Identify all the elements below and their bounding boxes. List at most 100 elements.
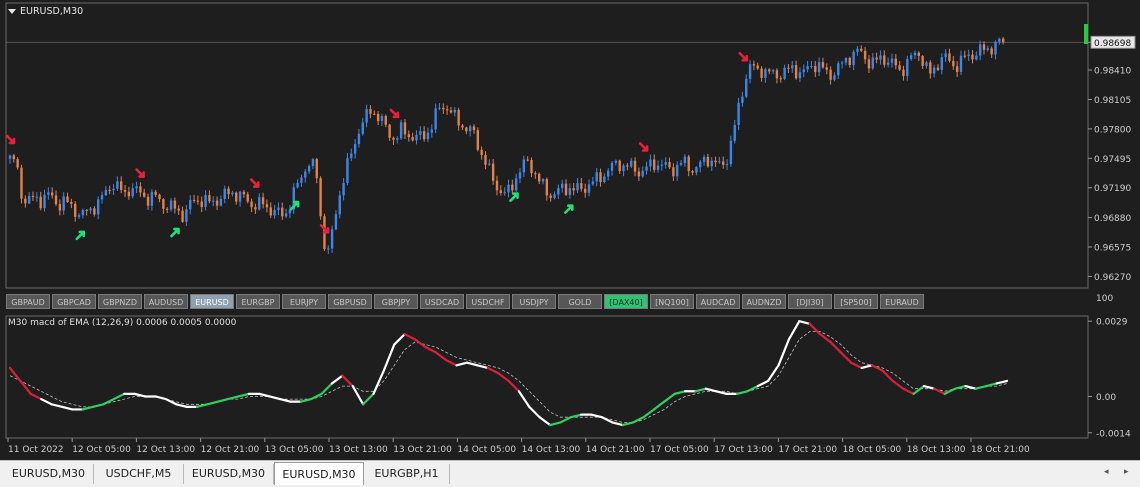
candle-body	[73, 203, 77, 217]
symbol-button-eurusd[interactable]: EURUSD	[190, 294, 234, 309]
symbol-button-gold[interactable]: GOLD	[558, 294, 602, 309]
macd-line-segment	[528, 405, 541, 419]
macd-line-segment	[673, 390, 687, 395]
current-price-label: 0.98698	[1094, 39, 1131, 49]
macd-line-segment	[258, 392, 271, 398]
candle-body	[403, 122, 407, 135]
symbol-button-dax40[interactable]: [DAX40]	[604, 294, 648, 309]
symbol-button-gbpaud[interactable]: GBPAUD	[6, 294, 50, 309]
candle-body	[810, 65, 813, 67]
arrow-up-shape	[170, 227, 180, 238]
candle-body	[587, 184, 591, 193]
candle-body	[545, 179, 549, 196]
candle-body	[457, 109, 460, 126]
signal-indicator-bar	[1084, 24, 1088, 44]
candle-body	[990, 48, 993, 55]
candle-body	[426, 132, 430, 140]
candle-body	[392, 137, 395, 140]
candle-body	[656, 165, 660, 170]
candle-body	[162, 199, 165, 209]
candle-body	[396, 138, 399, 140]
collapse-triangle-icon[interactable]	[8, 9, 16, 14]
symbol-button-gbpcad[interactable]: GBPCAD	[52, 294, 96, 309]
candle-body	[16, 159, 19, 168]
candle-body	[127, 191, 131, 197]
candle-body	[959, 55, 963, 72]
candle-body	[511, 184, 514, 191]
candle-body	[407, 134, 410, 138]
chart-tab-eurusd-m30[interactable]: EURUSD,M30	[184, 464, 274, 484]
candle-body	[802, 69, 805, 73]
symbol-button-nq100[interactable]: [NQ100]	[650, 294, 694, 309]
candle-body	[445, 109, 449, 111]
candle-body	[622, 165, 625, 172]
separator-scale-label: 100	[1096, 294, 1114, 304]
candle-body	[917, 52, 921, 56]
arrow-up-shape	[509, 192, 519, 202]
candle-body	[741, 96, 744, 103]
chart-tab-usdchf-m5[interactable]: USDCHF,M5	[94, 464, 184, 484]
candle-body	[350, 153, 353, 159]
candle-body	[768, 69, 771, 72]
candle-body	[879, 55, 882, 60]
symbol-button-audusd[interactable]: AUDUSD	[144, 294, 188, 309]
candle-body	[756, 65, 759, 69]
chart-tab-eurgbp-h1[interactable]: EURGBP,H1	[364, 464, 450, 484]
macd-line-segment	[424, 346, 437, 354]
candle-body	[200, 201, 203, 207]
price-chart[interactable]: 0.98698 0.98410 0.98105 0.97800 0.97495 0.971…	[0, 0, 1140, 292]
candle-body	[461, 125, 464, 128]
terminal-window: 0.98698 0.98410 0.98105 0.97800 0.97495 0.971…	[0, 0, 1140, 487]
symbol-button-eurgbp[interactable]: EURGBP	[236, 294, 280, 309]
candle-body	[47, 192, 50, 195]
candle-body	[484, 154, 487, 165]
price-chart-svg[interactable]: 0.98698 0.98410 0.98105 0.97800 0.97495 0.971…	[0, 0, 1140, 292]
scroll-left-icon[interactable]: ◂	[1104, 467, 1109, 477]
symbol-button-usdchf[interactable]: USDCHF	[466, 294, 510, 309]
symbol-button-sp500[interactable]: [SP500]	[834, 294, 878, 309]
candle-body	[192, 199, 196, 201]
candle-body	[346, 158, 349, 183]
candle-body	[96, 199, 100, 215]
macd-line-segment	[237, 392, 250, 398]
symbol-button-usdjpy[interactable]: USDJPY	[512, 294, 556, 309]
symbol-button-usdcad[interactable]: USDCAD	[420, 294, 464, 309]
macd-line-segment	[434, 351, 448, 362]
macd-line-segment	[922, 384, 936, 390]
symbol-button-eurjpy[interactable]: EURJPY	[282, 294, 326, 309]
macd-line-segment	[704, 387, 718, 393]
macd-line-segment	[611, 421, 624, 427]
candle-body	[204, 195, 207, 207]
candle-body	[93, 208, 96, 215]
candle-body	[166, 208, 169, 210]
symbol-button-dji30[interactable]: [DJI30]	[788, 294, 832, 309]
symbol-button-audnzd[interactable]: AUDNZD	[742, 294, 786, 309]
macd-line-segment	[226, 395, 240, 401]
time-axis-label: 12 Oct 05:00	[72, 445, 131, 455]
macd-line-segment	[860, 364, 874, 370]
candle-body	[672, 167, 675, 177]
time-axis-label: 14 Oct 21:00	[586, 445, 645, 455]
macd-chart-svg[interactable]: 0.0029 0.00 -0.0014 11 Oct 2022 12 Oct 05:00…	[0, 312, 1140, 460]
scroll-right-icon[interactable]: ▸	[1124, 467, 1129, 477]
macd-line-segment	[8, 366, 22, 382]
macd-line-segment	[133, 392, 147, 398]
symbol-button-gbpjpy[interactable]: GBPJPY	[374, 294, 418, 309]
symbol-button-gbpnzd[interactable]: GBPNZD	[98, 294, 142, 309]
symbol-button-gbpusd[interactable]: GBPUSD	[328, 294, 372, 309]
candle-body	[12, 155, 16, 160]
macd-line-segment	[777, 338, 791, 367]
candle-body	[825, 67, 828, 70]
candle-body	[449, 110, 453, 113]
sell-signal-arrow-icon	[249, 178, 260, 188]
chart-tab-eurusd-m30[interactable]: EURUSD,M30	[274, 462, 364, 485]
macd-chart[interactable]: 0.0029 0.00 -0.0014 11 Oct 2022 12 Oct 05:00…	[0, 312, 1140, 460]
symbol-button-euraud[interactable]: EURAUD	[880, 294, 924, 309]
chart-tab-eurusd-m30[interactable]: EURUSD,M30	[4, 464, 94, 484]
candle-body	[376, 113, 380, 121]
symbol-button-audcad[interactable]: AUDCAD	[696, 294, 740, 309]
macd-line-segment	[175, 403, 188, 408]
candle-body	[296, 182, 299, 188]
macd-line-segment	[590, 413, 604, 419]
candle-body	[31, 195, 35, 197]
